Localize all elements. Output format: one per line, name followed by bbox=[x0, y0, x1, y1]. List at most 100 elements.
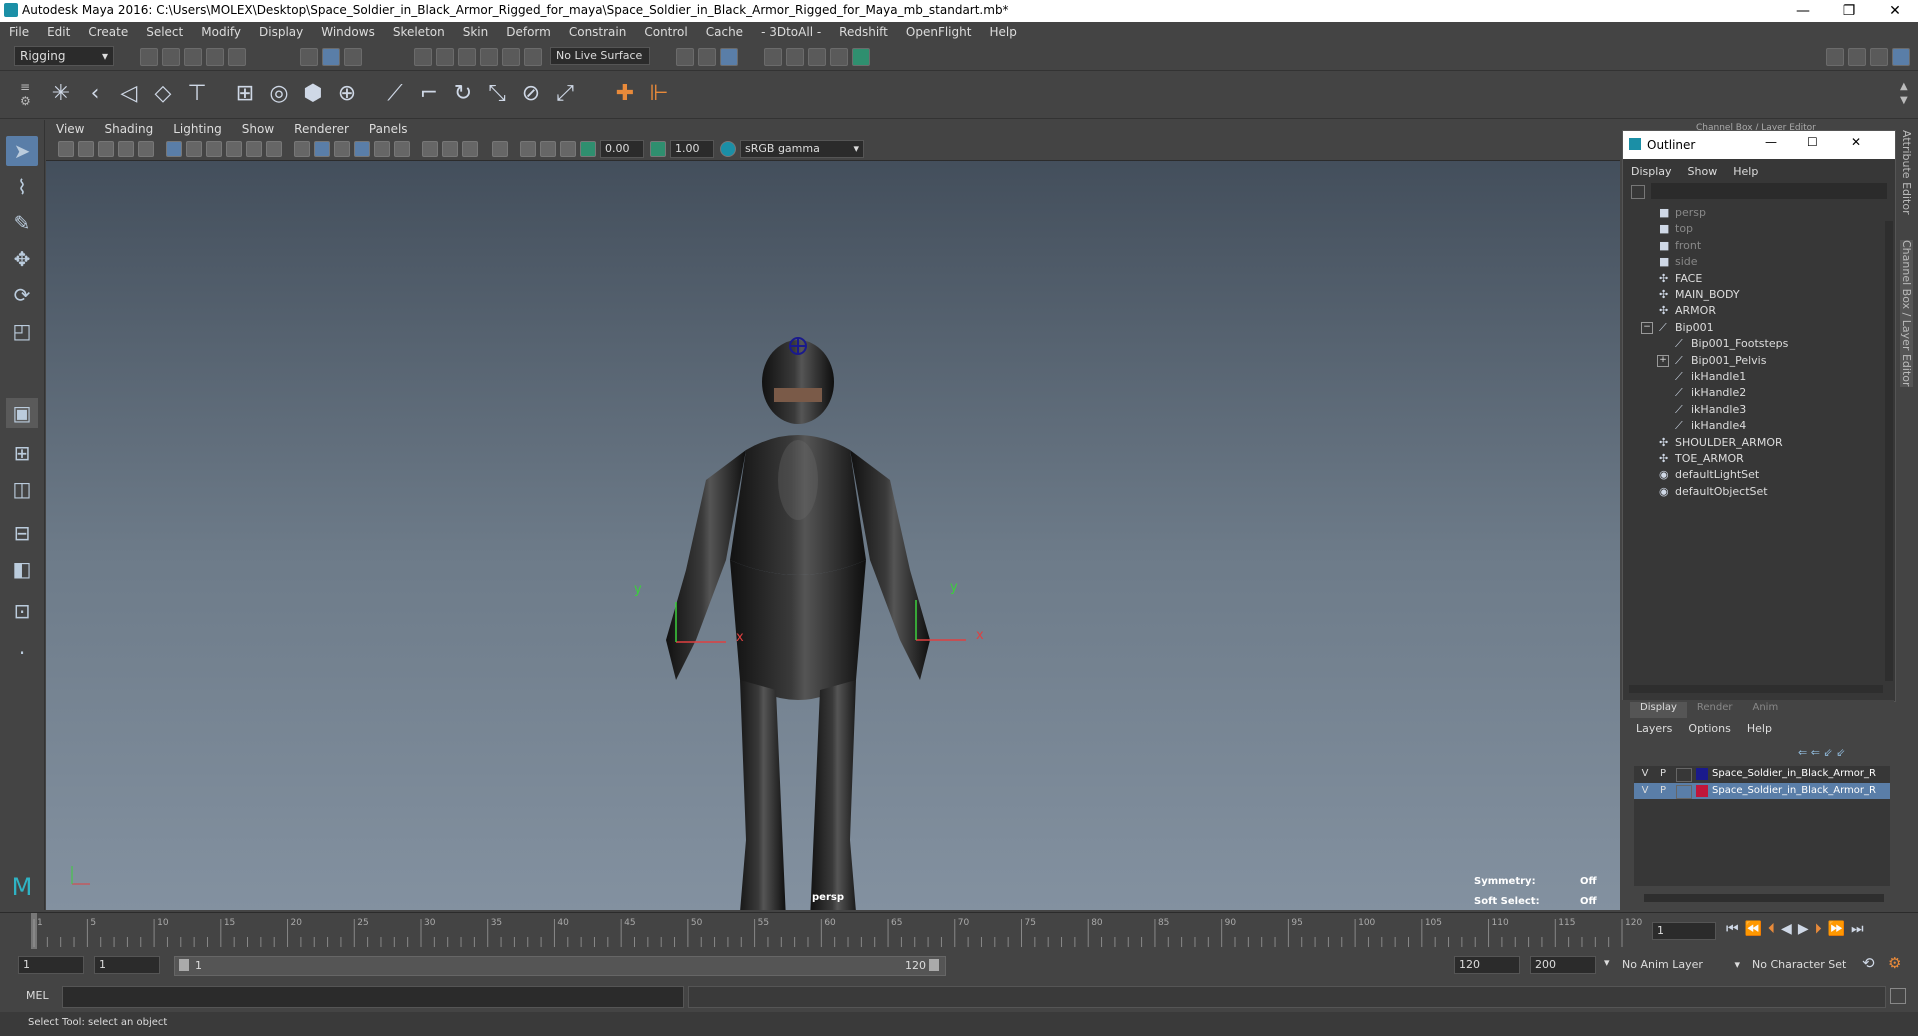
ik-handle-tool-icon[interactable]: ⟋ bbox=[380, 78, 410, 110]
anim-prefs-icon[interactable]: ⚙ bbox=[1888, 954, 1901, 972]
layer-menu-help[interactable]: Help bbox=[1739, 722, 1780, 740]
cluster-icon[interactable]: ⊕ bbox=[332, 78, 362, 110]
shadows-icon[interactable] bbox=[394, 141, 410, 157]
restore-button[interactable]: ❐ bbox=[1826, 0, 1872, 22]
safe-action-icon[interactable] bbox=[266, 141, 282, 157]
bookmark-icon[interactable] bbox=[98, 141, 114, 157]
layer-visibility-toggle[interactable]: V bbox=[1638, 766, 1652, 782]
layout-persp-outliner-icon[interactable]: ◧ bbox=[6, 554, 38, 584]
redo-icon[interactable] bbox=[228, 48, 246, 66]
layer-type-toggle[interactable] bbox=[1676, 785, 1692, 799]
menu-control[interactable]: Control bbox=[635, 25, 696, 39]
outliner-close-button[interactable]: ✕ bbox=[1851, 135, 1861, 149]
ipr-render-icon[interactable] bbox=[808, 48, 826, 66]
command-language-toggle[interactable]: MEL bbox=[26, 989, 49, 1002]
point-constraint-icon[interactable]: ↻ bbox=[448, 78, 478, 110]
end-frame-field[interactable]: 200 bbox=[1530, 956, 1596, 974]
current-frame-field[interactable]: 1 bbox=[1652, 922, 1716, 940]
paint-select-tool-icon[interactable]: ✎ bbox=[6, 208, 38, 238]
channel-box-tab[interactable]: Channel Box / Layer Editor bbox=[1900, 240, 1913, 387]
field-chart-icon[interactable] bbox=[246, 141, 262, 157]
outliner-filter-icon[interactable] bbox=[1631, 185, 1645, 199]
layer-visibility-toggle[interactable]: V bbox=[1638, 783, 1652, 799]
soldier-model[interactable] bbox=[666, 340, 930, 910]
character-set-dropdown[interactable]: No Character Set bbox=[1752, 956, 1852, 974]
xray-icon[interactable] bbox=[520, 141, 536, 157]
layout-outliner-icon[interactable] bbox=[1870, 48, 1888, 66]
gamma-field[interactable]: 1.00 bbox=[670, 140, 714, 158]
start-frame-field[interactable]: 1 bbox=[18, 956, 84, 974]
layout-hypershade-icon[interactable]: ⊡ bbox=[6, 596, 38, 626]
collapse-icon[interactable]: − bbox=[1641, 321, 1653, 334]
menu-skin[interactable]: Skin bbox=[454, 25, 498, 39]
wireframe-icon[interactable] bbox=[294, 141, 310, 157]
camera-attr-icon[interactable] bbox=[78, 141, 94, 157]
playback-end-field[interactable]: 120 bbox=[1454, 956, 1520, 974]
viewport-menu-shading[interactable]: Shading bbox=[94, 122, 163, 136]
layout-single-pane-icon[interactable]: ▣ bbox=[6, 398, 38, 428]
grid-toggle-icon[interactable] bbox=[166, 141, 182, 157]
default-material-icon[interactable] bbox=[334, 141, 350, 157]
menu-cache[interactable]: Cache bbox=[697, 25, 752, 39]
snap-view-icon[interactable] bbox=[480, 48, 498, 66]
bind-skin-icon[interactable]: ⊞ bbox=[230, 78, 260, 110]
shelf-scroll-icon[interactable]: ▲ ▼ bbox=[1900, 80, 1908, 108]
backface-icon[interactable] bbox=[560, 141, 576, 157]
undo-icon[interactable] bbox=[206, 48, 224, 66]
layout-persp-graph-icon[interactable]: ⊟ bbox=[6, 518, 38, 548]
playback-start-field[interactable]: 1 bbox=[94, 956, 160, 974]
layer-menu-layers[interactable]: Layers bbox=[1628, 722, 1680, 740]
live-surface-field[interactable]: No Live Surface bbox=[550, 47, 650, 65]
render-view-icon[interactable] bbox=[764, 48, 782, 66]
select-object-icon[interactable] bbox=[322, 48, 340, 66]
colorspace-dropdown[interactable]: sRGB gamma ▾ bbox=[740, 140, 864, 158]
anim-layer-dropdown[interactable]: No Anim Layer ▾ bbox=[1622, 956, 1740, 974]
gamma-icon[interactable] bbox=[650, 141, 666, 157]
snap-curve-icon[interactable] bbox=[436, 48, 454, 66]
layout-single-icon[interactable] bbox=[1826, 48, 1844, 66]
layout-toggle-icon[interactable]: · bbox=[6, 638, 38, 668]
aim-constraint-icon[interactable]: ⤢ bbox=[550, 78, 580, 110]
resolution-gate-icon[interactable] bbox=[206, 141, 222, 157]
outliner-maximize-button[interactable]: ☐ bbox=[1807, 135, 1818, 149]
antialias-icon[interactable] bbox=[462, 141, 478, 157]
expand-icon[interactable]: + bbox=[1657, 354, 1669, 367]
orient-constraint-icon[interactable]: ⤡ bbox=[482, 78, 512, 110]
layout-side-pane-icon[interactable]: ◫ bbox=[6, 474, 38, 504]
viewport-persp[interactable]: x x x x y y persp Symmetry: Off Soft Sel… bbox=[46, 120, 1620, 935]
image-plane-icon[interactable] bbox=[118, 141, 134, 157]
layer-menu-options[interactable]: Options bbox=[1680, 722, 1738, 740]
output-ops-icon[interactable] bbox=[698, 48, 716, 66]
locator-icon[interactable]: ✚ bbox=[610, 78, 640, 110]
layer-type-toggle[interactable] bbox=[1676, 768, 1692, 782]
playback-controls[interactable]: ⏮⏪⏴◀▶⏵⏩⏭ bbox=[1726, 921, 1906, 937]
joint-label-icon[interactable]: ⊤ bbox=[182, 78, 212, 110]
menu-help[interactable]: Help bbox=[980, 25, 1025, 39]
insert-joint-icon[interactable]: ‹ bbox=[80, 78, 110, 110]
menu-skeleton[interactable]: Skeleton bbox=[384, 25, 454, 39]
xray-joints-icon[interactable] bbox=[540, 141, 556, 157]
layer-tab-render[interactable]: Render bbox=[1687, 702, 1743, 718]
range-bar[interactable]: 1 120 bbox=[174, 956, 946, 976]
range-start-handle[interactable] bbox=[179, 959, 189, 971]
menu-windows[interactable]: Windows bbox=[312, 25, 384, 39]
outliner-scrollbar[interactable] bbox=[1885, 221, 1893, 681]
hypershade-icon[interactable] bbox=[852, 48, 870, 66]
viewport-menu-lighting[interactable]: Lighting bbox=[163, 122, 232, 136]
layer-color-swatch[interactable] bbox=[1696, 785, 1708, 797]
layout-four-pane-icon[interactable]: ⊞ bbox=[6, 438, 38, 468]
minimize-button[interactable]: — bbox=[1780, 0, 1826, 22]
menu-create[interactable]: Create bbox=[79, 25, 137, 39]
layer-tab-display[interactable]: Display bbox=[1630, 702, 1687, 718]
outliner-h-scrollbar[interactable] bbox=[1629, 685, 1883, 693]
snap-vertex-icon[interactable] bbox=[524, 48, 542, 66]
paint-weights-icon[interactable]: ◎ bbox=[264, 78, 294, 110]
scale-tool-icon[interactable]: ◰ bbox=[6, 316, 38, 346]
open-scene-icon[interactable] bbox=[162, 48, 180, 66]
smooth-shade-icon[interactable] bbox=[314, 141, 330, 157]
layout-channel-icon[interactable] bbox=[1848, 48, 1866, 66]
new-scene-icon[interactable] bbox=[140, 48, 158, 66]
layer-color-swatch[interactable] bbox=[1696, 768, 1708, 780]
construction-history-icon[interactable] bbox=[720, 48, 738, 66]
motion-blur-icon[interactable] bbox=[442, 141, 458, 157]
